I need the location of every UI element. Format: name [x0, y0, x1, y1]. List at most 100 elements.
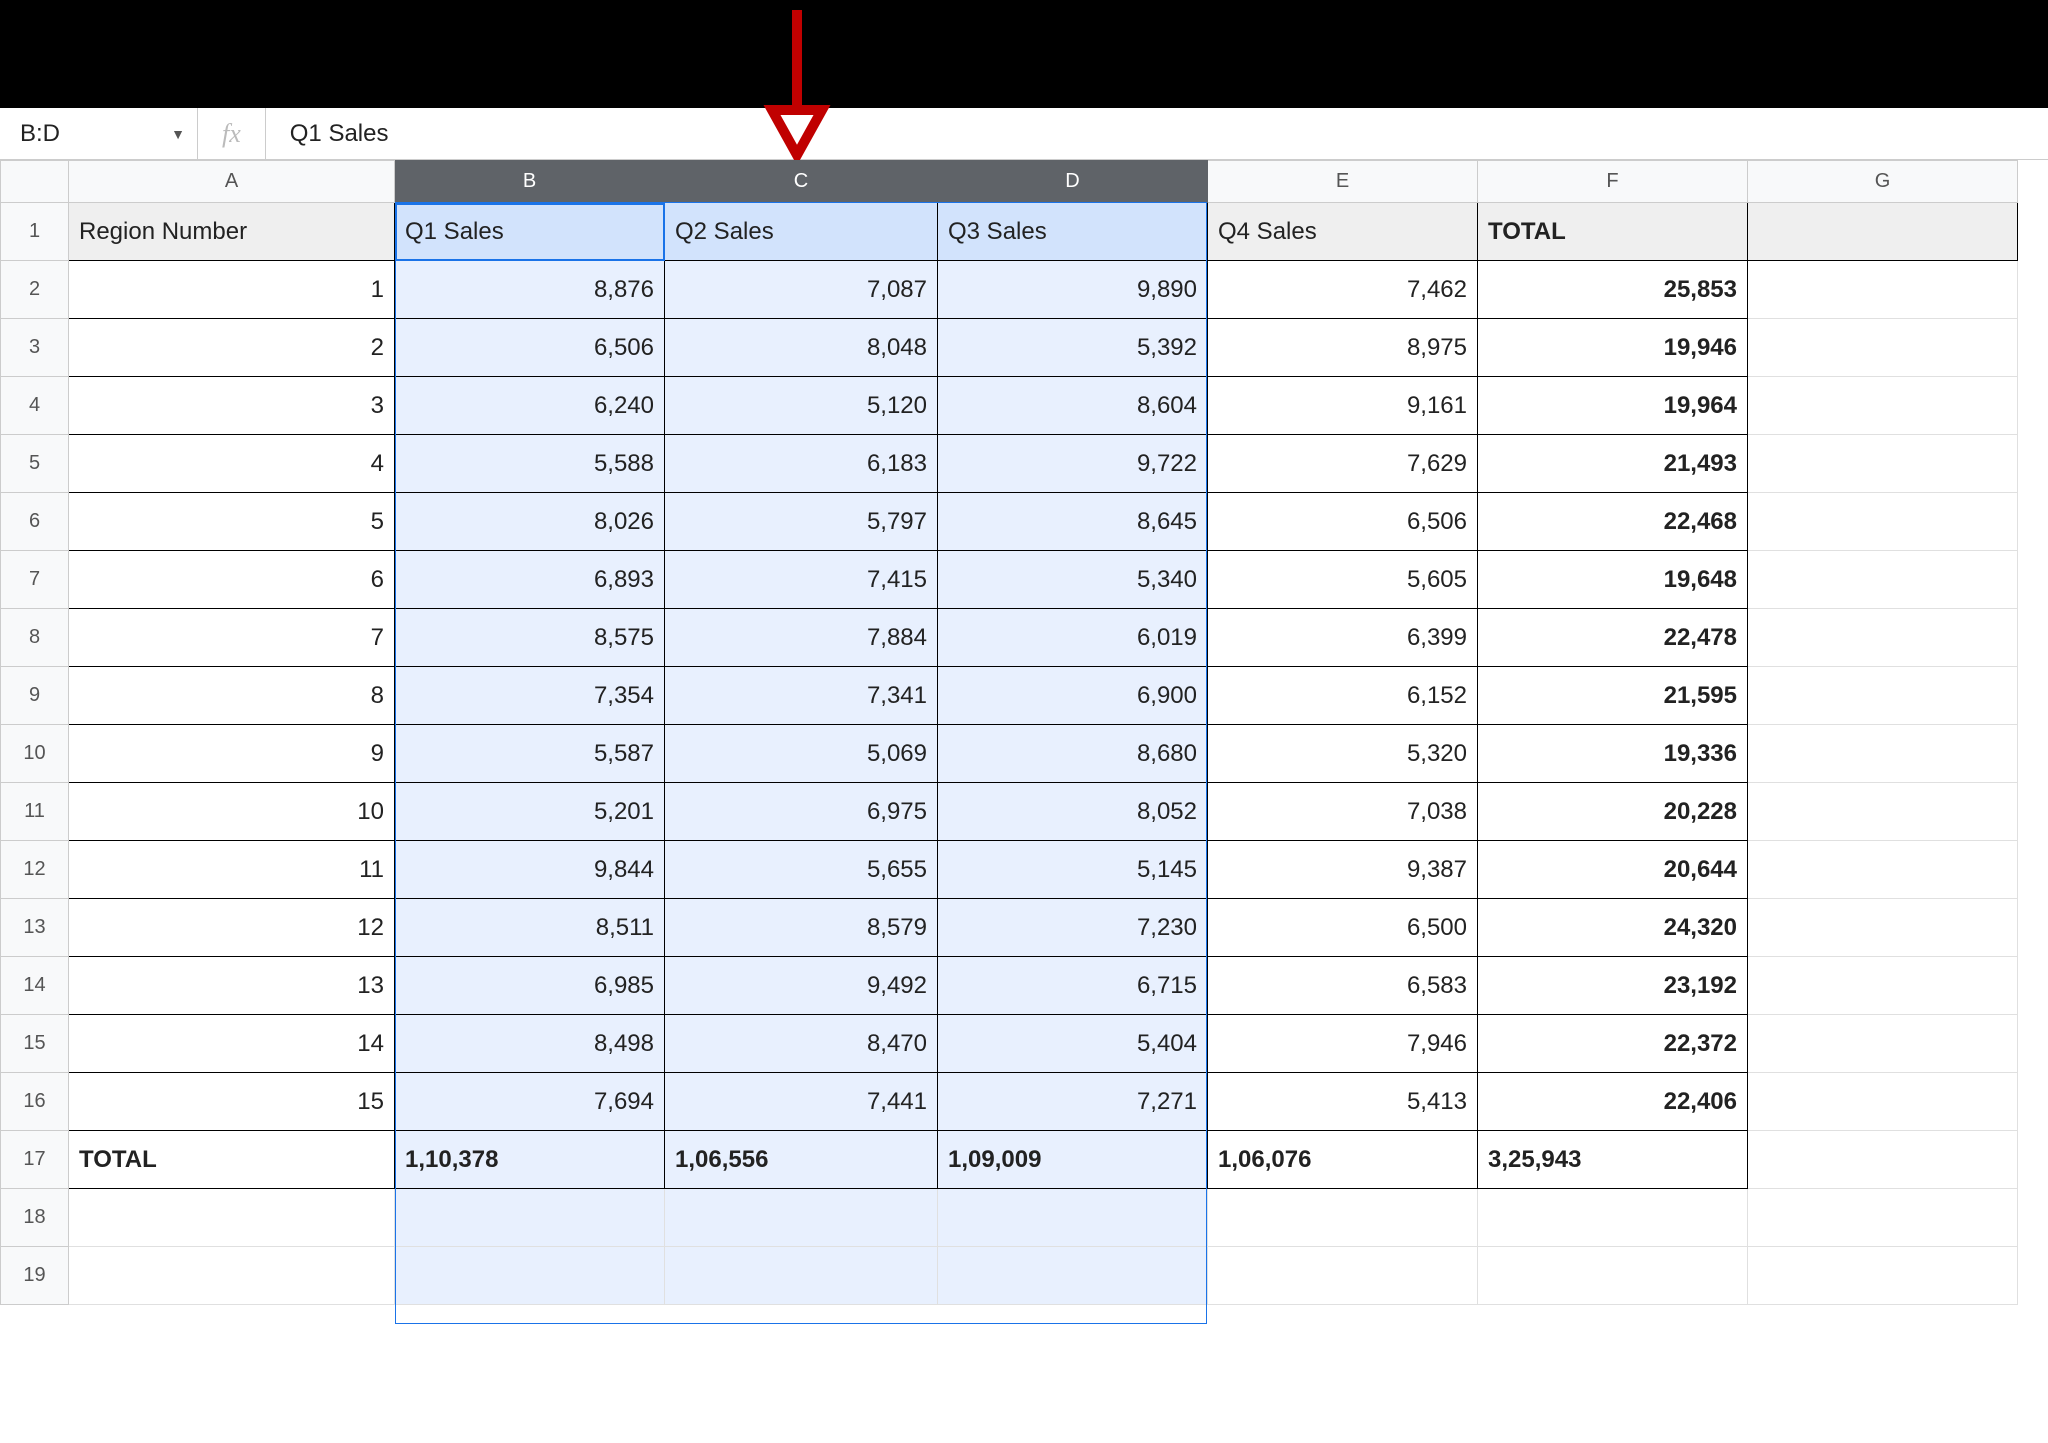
cell-E12[interactable]: 9,387	[1208, 841, 1478, 899]
cell-D18[interactable]	[938, 1189, 1208, 1247]
cell-F10[interactable]: 19,336	[1478, 725, 1748, 783]
cell-C6[interactable]: 5,797	[665, 493, 938, 551]
cell-F5[interactable]: 21,493	[1478, 435, 1748, 493]
cell-C9[interactable]: 7,341	[665, 667, 938, 725]
cell-F7[interactable]: 19,648	[1478, 551, 1748, 609]
cell-B18[interactable]	[395, 1189, 665, 1247]
cell-B2[interactable]: 8,876	[395, 261, 665, 319]
spreadsheet-grid[interactable]: ABCDEFG1Region NumberQ1 SalesQ2 SalesQ3 …	[0, 160, 2048, 1305]
cell-G16[interactable]	[1748, 1073, 2018, 1131]
cell-D19[interactable]	[938, 1247, 1208, 1305]
cell-A10[interactable]: 9	[69, 725, 395, 783]
cell-C18[interactable]	[665, 1189, 938, 1247]
cell-A2[interactable]: 1	[69, 261, 395, 319]
cell-A7[interactable]: 6	[69, 551, 395, 609]
cell-B17[interactable]: 1,10,378	[395, 1131, 665, 1189]
cell-B6[interactable]: 8,026	[395, 493, 665, 551]
cell-E8[interactable]: 6,399	[1208, 609, 1478, 667]
cell-A8[interactable]: 7	[69, 609, 395, 667]
cell-E9[interactable]: 6,152	[1208, 667, 1478, 725]
cell-C19[interactable]	[665, 1247, 938, 1305]
cell-G14[interactable]	[1748, 957, 2018, 1015]
row-header-6[interactable]: 6	[1, 493, 69, 551]
cell-A15[interactable]: 14	[69, 1015, 395, 1073]
cell-F6[interactable]: 22,468	[1478, 493, 1748, 551]
cell-E18[interactable]	[1208, 1189, 1478, 1247]
cell-E3[interactable]: 8,975	[1208, 319, 1478, 377]
cell-E19[interactable]	[1208, 1247, 1478, 1305]
cell-D4[interactable]: 8,604	[938, 377, 1208, 435]
name-box[interactable]: B:D ▼	[8, 108, 198, 159]
cell-G8[interactable]	[1748, 609, 2018, 667]
cell-G12[interactable]	[1748, 841, 2018, 899]
cell-G4[interactable]	[1748, 377, 2018, 435]
cell-B14[interactable]: 6,985	[395, 957, 665, 1015]
cell-C10[interactable]: 5,069	[665, 725, 938, 783]
cell-C17[interactable]: 1,06,556	[665, 1131, 938, 1189]
cell-F17[interactable]: 3,25,943	[1478, 1131, 1748, 1189]
cell-C5[interactable]: 6,183	[665, 435, 938, 493]
column-header-A[interactable]: A	[69, 161, 395, 203]
cell-B10[interactable]: 5,587	[395, 725, 665, 783]
cell-E16[interactable]: 5,413	[1208, 1073, 1478, 1131]
cell-G11[interactable]	[1748, 783, 2018, 841]
cell-F12[interactable]: 20,644	[1478, 841, 1748, 899]
cell-F19[interactable]	[1478, 1247, 1748, 1305]
cell-E1[interactable]: Q4 Sales	[1208, 203, 1478, 261]
cell-B12[interactable]: 9,844	[395, 841, 665, 899]
cell-C3[interactable]: 8,048	[665, 319, 938, 377]
cell-D6[interactable]: 8,645	[938, 493, 1208, 551]
row-header-8[interactable]: 8	[1, 609, 69, 667]
row-header-4[interactable]: 4	[1, 377, 69, 435]
cell-E4[interactable]: 9,161	[1208, 377, 1478, 435]
cell-G6[interactable]	[1748, 493, 2018, 551]
row-header-15[interactable]: 15	[1, 1015, 69, 1073]
cell-C16[interactable]: 7,441	[665, 1073, 938, 1131]
column-header-C[interactable]: C	[665, 161, 938, 203]
cell-G9[interactable]	[1748, 667, 2018, 725]
row-header-13[interactable]: 13	[1, 899, 69, 957]
cell-B3[interactable]: 6,506	[395, 319, 665, 377]
cell-F1[interactable]: TOTAL	[1478, 203, 1748, 261]
cell-C1[interactable]: Q2 Sales	[665, 203, 938, 261]
cell-F15[interactable]: 22,372	[1478, 1015, 1748, 1073]
cell-F8[interactable]: 22,478	[1478, 609, 1748, 667]
cell-F16[interactable]: 22,406	[1478, 1073, 1748, 1131]
cell-A5[interactable]: 4	[69, 435, 395, 493]
cell-C4[interactable]: 5,120	[665, 377, 938, 435]
cell-B9[interactable]: 7,354	[395, 667, 665, 725]
cell-C12[interactable]: 5,655	[665, 841, 938, 899]
row-header-10[interactable]: 10	[1, 725, 69, 783]
row-header-7[interactable]: 7	[1, 551, 69, 609]
cell-C15[interactable]: 8,470	[665, 1015, 938, 1073]
cell-B16[interactable]: 7,694	[395, 1073, 665, 1131]
cell-C14[interactable]: 9,492	[665, 957, 938, 1015]
cell-A9[interactable]: 8	[69, 667, 395, 725]
select-all-corner[interactable]	[1, 161, 69, 203]
cell-D13[interactable]: 7,230	[938, 899, 1208, 957]
cell-C13[interactable]: 8,579	[665, 899, 938, 957]
formula-input[interactable]: Q1 Sales	[266, 120, 389, 148]
cell-F14[interactable]: 23,192	[1478, 957, 1748, 1015]
cell-F9[interactable]: 21,595	[1478, 667, 1748, 725]
row-header-5[interactable]: 5	[1, 435, 69, 493]
cell-E5[interactable]: 7,629	[1208, 435, 1478, 493]
cell-D14[interactable]: 6,715	[938, 957, 1208, 1015]
cell-E13[interactable]: 6,500	[1208, 899, 1478, 957]
cell-D1[interactable]: Q3 Sales	[938, 203, 1208, 261]
cell-E17[interactable]: 1,06,076	[1208, 1131, 1478, 1189]
row-header-14[interactable]: 14	[1, 957, 69, 1015]
cell-F2[interactable]: 25,853	[1478, 261, 1748, 319]
cell-C2[interactable]: 7,087	[665, 261, 938, 319]
cell-A14[interactable]: 13	[69, 957, 395, 1015]
cell-D10[interactable]: 8,680	[938, 725, 1208, 783]
row-header-17[interactable]: 17	[1, 1131, 69, 1189]
cell-E10[interactable]: 5,320	[1208, 725, 1478, 783]
cell-D5[interactable]: 9,722	[938, 435, 1208, 493]
cell-D17[interactable]: 1,09,009	[938, 1131, 1208, 1189]
row-header-18[interactable]: 18	[1, 1189, 69, 1247]
cell-A13[interactable]: 12	[69, 899, 395, 957]
cell-E7[interactable]: 5,605	[1208, 551, 1478, 609]
row-header-12[interactable]: 12	[1, 841, 69, 899]
cell-B1[interactable]: Q1 Sales	[395, 203, 665, 261]
